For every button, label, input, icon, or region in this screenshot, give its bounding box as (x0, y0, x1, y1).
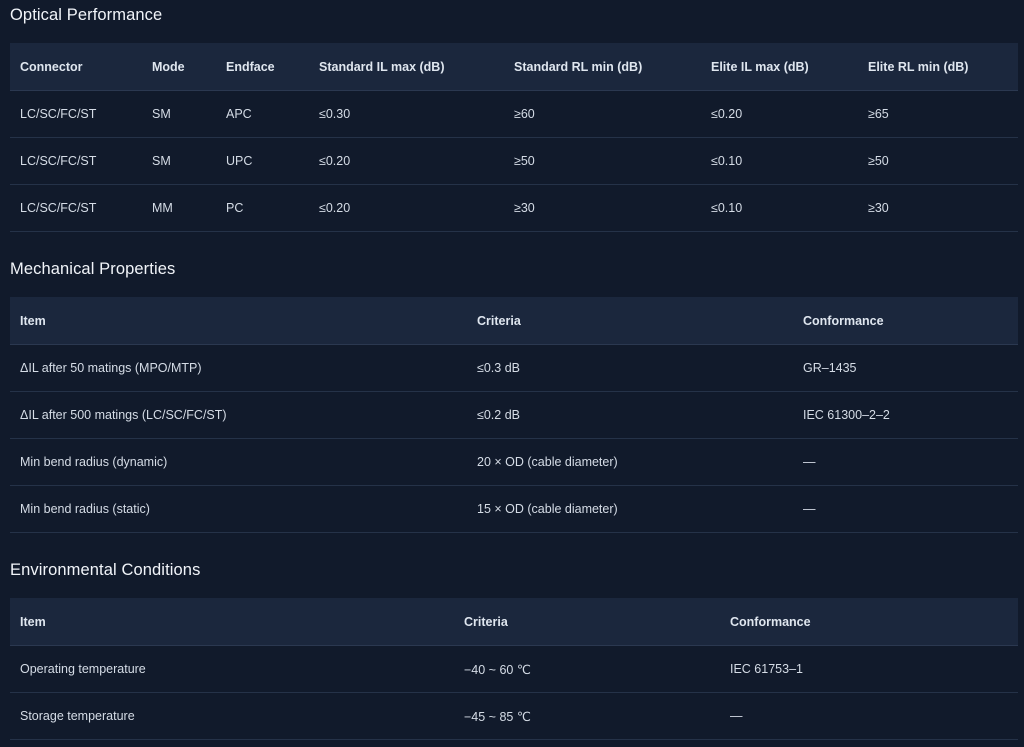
table-cell: — (793, 438, 1018, 486)
section-title-optical: Optical Performance (10, 6, 163, 24)
table-cell: ≥60 (504, 90, 701, 138)
spec-page: Optical Performance Connector Mode Endfa… (0, 0, 1024, 747)
table-cell: ≥30 (504, 184, 701, 232)
column-header: Elite IL max (dB) (701, 43, 858, 91)
column-header: Item (10, 297, 467, 345)
table-cell: PC (216, 184, 309, 232)
table-cell: −45 ~ 85 ℃ (454, 692, 720, 740)
table-cell: GR–1435 (793, 344, 1018, 392)
column-header: Elite RL min (dB) (858, 43, 1018, 91)
section-title-environmental: Environmental Conditions (10, 561, 201, 579)
column-header: Conformance (793, 297, 1018, 345)
table-row: Storage temperature −45 ~ 85 ℃ — (10, 692, 1018, 740)
table-cell: ≤0.10 (701, 184, 858, 232)
table-cell: ≤0.30 (309, 90, 504, 138)
table-cell: ≥30 (858, 184, 1018, 232)
table-cell: ≥50 (858, 137, 1018, 185)
table-header-row: Item Criteria Conformance (10, 598, 1018, 646)
column-header: Item (10, 598, 454, 646)
table-cell: APC (216, 90, 309, 138)
environmental-conditions-table: Item Criteria Conformance Operating temp… (10, 598, 1018, 740)
table-cell: — (793, 485, 1018, 533)
table-row: ΔIL after 500 matings (LC/SC/FC/ST) ≤0.2… (10, 391, 1018, 439)
table-cell: SM (142, 90, 216, 138)
table-cell: ΔIL after 500 matings (LC/SC/FC/ST) (10, 391, 467, 439)
table-cell: — (720, 692, 1018, 740)
mechanical-properties-table: Item Criteria Conformance ΔIL after 50 m… (10, 297, 1018, 533)
column-header: Criteria (467, 297, 793, 345)
table-cell: 15 × OD (cable diameter) (467, 485, 793, 533)
table-cell: UPC (216, 137, 309, 185)
table-cell: ≤0.20 (701, 90, 858, 138)
table-cell: ≤0.20 (309, 137, 504, 185)
table-header-row: Item Criteria Conformance (10, 297, 1018, 345)
column-header: Conformance (720, 598, 1018, 646)
column-header: Endface (216, 43, 309, 91)
table-cell: Min bend radius (static) (10, 485, 467, 533)
table-cell: MM (142, 184, 216, 232)
optical-performance-table: Connector Mode Endface Standard IL max (… (10, 43, 1018, 232)
table-cell: 20 × OD (cable diameter) (467, 438, 793, 486)
column-header: Standard RL min (dB) (504, 43, 701, 91)
table-cell: ≤0.10 (701, 137, 858, 185)
table-cell: ΔIL after 50 matings (MPO/MTP) (10, 344, 467, 392)
column-header: Mode (142, 43, 216, 91)
table-cell: SM (142, 137, 216, 185)
table-cell: −40 ~ 60 ℃ (454, 645, 720, 693)
table-cell: LC/SC/FC/ST (10, 90, 142, 138)
column-header: Standard IL max (dB) (309, 43, 504, 91)
table-cell: Storage temperature (10, 692, 454, 740)
table-row: Min bend radius (dynamic) 20 × OD (cable… (10, 438, 1018, 486)
table-row: ΔIL after 50 matings (MPO/MTP) ≤0.3 dB G… (10, 344, 1018, 392)
table-cell: IEC 61753–1 (720, 645, 1018, 693)
table-cell: Min bend radius (dynamic) (10, 438, 467, 486)
table-cell: LC/SC/FC/ST (10, 137, 142, 185)
table-row: Operating temperature −40 ~ 60 ℃ IEC 617… (10, 645, 1018, 693)
table-cell: ≤0.20 (309, 184, 504, 232)
table-cell: ≥65 (858, 90, 1018, 138)
table-row: LC/SC/FC/ST SM APC ≤0.30 ≥60 ≤0.20 ≥65 (10, 90, 1018, 138)
column-header: Connector (10, 43, 142, 91)
section-title-mechanical: Mechanical Properties (10, 260, 176, 278)
table-cell: ≥50 (504, 137, 701, 185)
table-cell: ≤0.3 dB (467, 344, 793, 392)
table-row: LC/SC/FC/ST SM UPC ≤0.20 ≥50 ≤0.10 ≥50 (10, 137, 1018, 185)
table-cell: ≤0.2 dB (467, 391, 793, 439)
table-row: Min bend radius (static) 15 × OD (cable … (10, 485, 1018, 533)
table-cell: Operating temperature (10, 645, 454, 693)
table-cell: IEC 61300–2–2 (793, 391, 1018, 439)
table-cell: LC/SC/FC/ST (10, 184, 142, 232)
table-header-row: Connector Mode Endface Standard IL max (… (10, 43, 1018, 91)
column-header: Criteria (454, 598, 720, 646)
table-row: LC/SC/FC/ST MM PC ≤0.20 ≥30 ≤0.10 ≥30 (10, 184, 1018, 232)
